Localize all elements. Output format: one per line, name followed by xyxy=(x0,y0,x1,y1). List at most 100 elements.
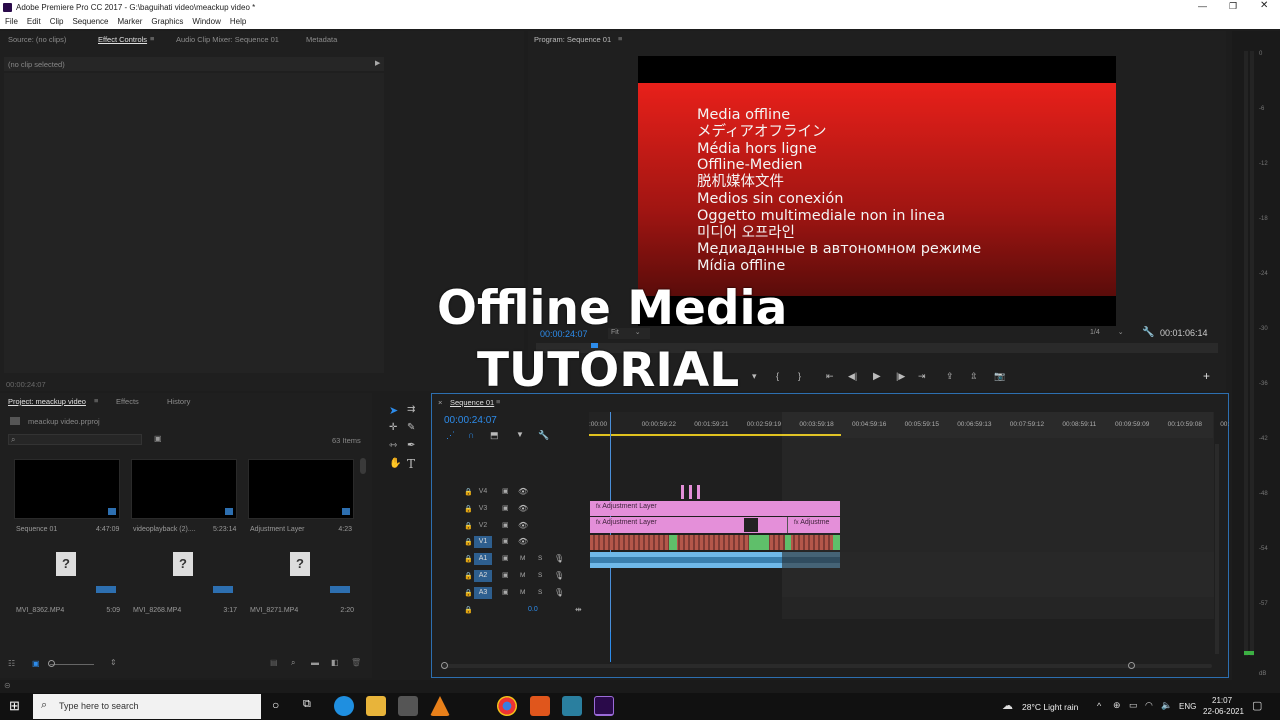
step-back-icon[interactable]: ◀| xyxy=(848,371,857,382)
automate-icon[interactable]: ▤ xyxy=(270,658,278,667)
add-marker-icon[interactable]: ▾ xyxy=(752,371,757,382)
step-forward-icon[interactable]: |▶ xyxy=(896,371,905,382)
menu-clip[interactable]: Clip xyxy=(50,17,64,26)
solo-icon[interactable]: S xyxy=(538,572,542,579)
hand-tool-icon[interactable]: ✋ xyxy=(389,458,401,469)
v1-green-clip[interactable] xyxy=(669,535,677,550)
find-icon[interactable]: ⌕ xyxy=(291,658,295,668)
lock-icon[interactable]: 🔒 xyxy=(464,606,473,614)
menu-window[interactable]: Window xyxy=(192,17,220,26)
tab-source[interactable]: Source: (no clips) xyxy=(8,35,66,44)
ripple-edit-tool-icon[interactable]: ✛ xyxy=(389,422,397,433)
project-item[interactable]: Sequence 01 4:47:09 xyxy=(14,459,120,539)
sync-lock-icon[interactable]: ▣ xyxy=(502,571,509,579)
task-view-icon[interactable]: ⧉ xyxy=(303,698,311,711)
edge-icon[interactable] xyxy=(334,696,354,716)
track-label[interactable]: V3 xyxy=(474,503,492,515)
mark-out-icon[interactable]: } xyxy=(798,371,801,381)
linked-selection-icon[interactable]: ∩ xyxy=(468,430,474,440)
store-icon[interactable] xyxy=(398,696,418,716)
project-scrollbar[interactable] xyxy=(360,458,366,474)
icon-view-icon[interactable]: ▣ xyxy=(32,659,40,668)
minimize-icon[interactable]: — xyxy=(1198,1,1207,11)
project-item[interactable]: ? MVI_8362.MP4 5:09 xyxy=(14,544,120,624)
eye-icon[interactable]: 👁 xyxy=(518,487,528,496)
tab-sequence[interactable]: Sequence 01 xyxy=(450,398,494,407)
v4-clip[interactable] xyxy=(689,485,692,499)
project-item[interactable]: videoplayback (2).... 5:23:14 xyxy=(131,459,237,539)
clock-time[interactable]: 21:07 xyxy=(1212,696,1232,705)
track-area[interactable]: fx Adjustment Layer fx Adjustment Layer … xyxy=(589,484,1214,624)
voiceover-mic-icon[interactable]: 🎙 xyxy=(554,588,564,597)
master-level[interactable]: 0.0 xyxy=(528,606,538,613)
file-explorer-icon[interactable] xyxy=(366,696,386,716)
lift-icon[interactable]: ⇪ xyxy=(946,371,954,382)
tab-menu-icon[interactable]: ≡ xyxy=(150,34,154,43)
tab-history[interactable]: History xyxy=(167,397,190,406)
sync-lock-icon[interactable]: ▣ xyxy=(502,487,509,495)
sync-lock-icon[interactable]: ▣ xyxy=(502,554,509,562)
menu-sequence[interactable]: Sequence xyxy=(72,17,108,26)
menu-help[interactable]: Help xyxy=(230,17,246,26)
mute-icon[interactable]: M xyxy=(520,572,525,579)
v1-video-clips[interactable] xyxy=(590,535,840,550)
menu-file[interactable]: File xyxy=(5,17,18,26)
slip-tool-icon[interactable]: ⇿ xyxy=(389,440,397,451)
list-view-icon[interactable]: ☷ xyxy=(8,659,15,668)
program-menu-icon[interactable]: ≡ xyxy=(618,34,622,43)
vlc-icon[interactable] xyxy=(430,696,450,716)
new-item-icon[interactable]: ◧ xyxy=(331,658,339,667)
timeline-settings-icon[interactable]: 🔧 xyxy=(538,430,549,441)
timeline-menu-icon[interactable]: ≡ xyxy=(496,397,500,406)
taskbar-search[interactable]: ⌕ Type here to search xyxy=(33,694,261,719)
add-marker-tl-icon[interactable]: ⬒ xyxy=(490,430,499,441)
voiceover-mic-icon[interactable]: 🎙 xyxy=(554,554,564,563)
project-item[interactable]: ? MVI_8271.MP4 2:20 xyxy=(248,544,354,624)
cortana-icon[interactable]: ○ xyxy=(272,698,279,712)
snap-icon[interactable]: ⋰ xyxy=(446,430,455,441)
solo-icon[interactable]: S xyxy=(538,589,542,596)
tray-app-icon[interactable]: ⊕ xyxy=(1113,700,1121,711)
volume-icon[interactable]: 🔈 xyxy=(1161,700,1172,711)
photos-icon[interactable] xyxy=(562,696,582,716)
network-icon[interactable]: ▭ xyxy=(1129,700,1138,711)
mute-icon[interactable]: M xyxy=(520,589,525,596)
new-bin-icon[interactable]: ▣ xyxy=(154,434,162,443)
office-icon[interactable] xyxy=(530,696,550,716)
track-label[interactable]: A1 xyxy=(474,553,492,566)
track-select-tool-icon[interactable]: ⇉ xyxy=(407,404,415,415)
project-item[interactable]: ? MVI_8268.MP4 3:17 xyxy=(131,544,237,624)
close-icon[interactable]: ✕ xyxy=(1260,0,1268,11)
windows-start-icon[interactable]: ⊞ xyxy=(9,698,20,714)
horizontal-scrollbar[interactable] xyxy=(441,662,1212,669)
chrome-icon[interactable] xyxy=(497,696,517,716)
tab-metadata[interactable]: Metadata xyxy=(306,35,337,44)
tab-audio-mixer[interactable]: Audio Clip Mixer: Sequence 01 xyxy=(176,35,279,44)
track-label[interactable]: V2 xyxy=(474,520,492,532)
voiceover-mic-icon[interactable]: 🎙 xyxy=(554,571,564,580)
lock-icon[interactable]: 🔒 xyxy=(464,505,473,513)
project-search-input[interactable]: ⌕ xyxy=(8,434,142,445)
lock-icon[interactable]: 🔒 xyxy=(464,555,473,563)
weather-text[interactable]: 28°C Light rain xyxy=(1022,702,1078,712)
scroll-handle-right[interactable] xyxy=(1128,662,1135,669)
razor-tool-icon[interactable]: ✎ xyxy=(407,422,415,433)
lock-icon[interactable]: 🔒 xyxy=(464,522,473,530)
v3-adjustment-clip[interactable]: fx Adjustment Layer xyxy=(590,501,840,516)
new-bin-footer-icon[interactable]: ▬ xyxy=(311,658,319,667)
pen-tool-icon[interactable]: ✒ xyxy=(407,440,415,451)
track-label[interactable]: V4 xyxy=(474,486,492,498)
go-to-in-icon[interactable]: ⇤ xyxy=(826,371,834,382)
clear-icon[interactable]: 🗑 xyxy=(351,658,361,667)
lock-icon[interactable]: 🔒 xyxy=(464,572,473,580)
wrench-icon[interactable]: 🔧 xyxy=(1142,327,1154,338)
project-menu-icon[interactable]: ≡ xyxy=(94,396,98,405)
tab-effect-controls[interactable]: Effect Controls xyxy=(98,35,147,44)
menu-graphics[interactable]: Graphics xyxy=(151,17,183,26)
sync-lock-icon[interactable]: ▣ xyxy=(502,521,509,529)
solo-icon[interactable]: S xyxy=(538,555,542,562)
export-frame-icon[interactable]: 📷 xyxy=(994,371,1005,382)
mute-icon[interactable]: M xyxy=(520,555,525,562)
zoom-slider-handle[interactable] xyxy=(48,660,55,667)
v1-green-clip[interactable] xyxy=(749,535,769,550)
